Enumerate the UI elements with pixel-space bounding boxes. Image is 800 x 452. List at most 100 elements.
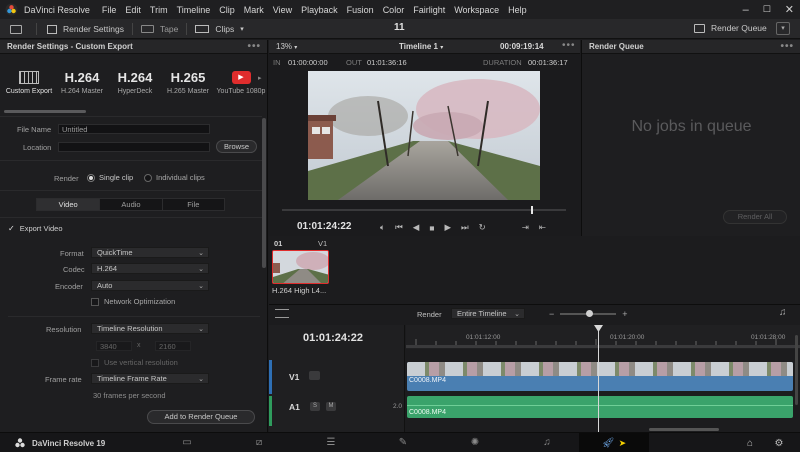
file-name-input[interactable]: Untitled	[58, 124, 210, 134]
stop-icon[interactable]: ■	[429, 223, 434, 233]
audio-clip[interactable]: C0008.MP4	[407, 396, 793, 418]
next-edit-icon[interactable]: ⇤	[539, 222, 546, 233]
video-clip[interactable]: C0008.MP4	[407, 362, 793, 391]
settings-gear-icon[interactable]: ⚙	[772, 437, 786, 449]
render-queue-toggle[interactable]: Render Queue	[694, 23, 767, 33]
chevron-down-icon: ⌄	[198, 249, 204, 257]
more-options-icon[interactable]: •••	[562, 40, 576, 51]
resolution-width-input[interactable]: 3840	[96, 341, 132, 351]
location-input[interactable]	[58, 142, 210, 152]
render-settings-header: Render Settings - Custom Export •••	[0, 40, 267, 54]
tab-file[interactable]: File	[161, 199, 224, 210]
music-note-icon[interactable]: ♫	[779, 307, 787, 318]
menu-file[interactable]: File	[102, 5, 117, 15]
loop-icon[interactable]: ↻	[479, 222, 486, 233]
lock-track-icon[interactable]	[309, 371, 320, 380]
solo-button[interactable]: S	[310, 402, 320, 411]
render-queue-header: Render Queue •••	[582, 40, 800, 54]
clip-thumbnail[interactable]	[272, 250, 329, 284]
timeline-name-dropdown[interactable]: Timeline 1 ▾	[399, 42, 443, 51]
edit-page-icon[interactable]: ☰	[324, 436, 338, 448]
preset-custom-export[interactable]: Custom Export	[4, 66, 54, 95]
menu-mark[interactable]: Mark	[244, 5, 264, 15]
video-clip-name: C0008.MP4	[409, 377, 446, 384]
preset-scroll-right-icon[interactable]: ▸	[258, 74, 262, 82]
add-to-render-queue-button[interactable]: Add to Render Queue	[147, 410, 255, 424]
single-clip-radio[interactable]: Single clip	[87, 173, 133, 182]
zoom-slider[interactable]	[560, 310, 617, 317]
timeline-options-icon[interactable]	[275, 309, 289, 318]
video-frame[interactable]	[308, 71, 540, 200]
more-options-icon[interactable]: •••	[247, 41, 261, 52]
zoom-out-icon[interactable]: −	[549, 309, 554, 319]
browse-button[interactable]: Browse	[216, 140, 257, 153]
menu-edit[interactable]: Edit	[125, 5, 141, 15]
fusion-page-icon[interactable]: ✎	[396, 436, 410, 448]
ruler-label: 01:01:20:00	[610, 334, 645, 341]
timeline-playhead[interactable]	[598, 329, 599, 433]
menu-fusion[interactable]: Fusion	[347, 5, 374, 15]
encoder-dropdown[interactable]: Auto ⌄	[91, 280, 209, 291]
deliver-page-tab[interactable]: 🚀︎ ➤	[579, 433, 649, 452]
close-icon[interactable]: ✕	[785, 3, 794, 16]
jump-start-icon[interactable]: ⏮︎	[395, 222, 403, 233]
settings-scrollbar[interactable]	[262, 118, 266, 268]
network-optimization-checkbox[interactable]: Network Optimization	[91, 297, 175, 306]
viewer-scrubber[interactable]	[282, 206, 566, 214]
tab-audio[interactable]: Audio	[99, 199, 161, 210]
preset-h265-master[interactable]: H.265 H.265 Master	[163, 66, 213, 96]
menu-help[interactable]: Help	[508, 5, 527, 15]
zoom-in-icon[interactable]: +	[622, 309, 627, 319]
volume-icon[interactable]: 🔈︎	[380, 222, 385, 233]
prev-edit-icon[interactable]: ⇥	[522, 222, 529, 233]
resolution-height-input[interactable]: 2160	[155, 341, 191, 351]
timeline-vertical-scrollbar[interactable]	[795, 335, 798, 405]
media-page-icon[interactable]: ▭	[180, 436, 194, 448]
export-video-checkbox[interactable]: ✓ Export Video	[8, 224, 63, 233]
scrubber-playhead[interactable]	[531, 206, 533, 214]
menu-clip[interactable]: Clip	[219, 5, 235, 15]
checkbox-icon	[91, 297, 99, 306]
mute-button[interactable]: M	[326, 402, 336, 411]
jump-end-icon[interactable]: ⏭︎	[461, 222, 469, 233]
collapse-button[interactable]: ▾	[776, 22, 790, 35]
zoom-dropdown[interactable]: 13% ▾	[276, 42, 297, 51]
audio-waveform	[407, 405, 793, 406]
maximize-icon[interactable]: ☐	[763, 4, 771, 15]
vertical-resolution-checkbox[interactable]: Use vertical resolution	[91, 358, 178, 367]
render-settings-toggle[interactable]: Render Settings	[47, 24, 124, 34]
menu-timeline[interactable]: Timeline	[177, 5, 211, 15]
cut-page-icon[interactable]: ⧄	[252, 436, 266, 448]
tab-video[interactable]: Video	[37, 199, 100, 210]
minimize-icon[interactable]: –	[743, 4, 749, 16]
render-all-button[interactable]: Render All	[723, 210, 787, 224]
menu-trim[interactable]: Trim	[150, 5, 168, 15]
clips-toggle[interactable]: Clips ▾	[195, 24, 244, 34]
render-range-dropdown[interactable]: Entire Timeline ⌄	[451, 308, 525, 319]
menu-view[interactable]: View	[273, 5, 292, 15]
render-settings-icon	[47, 24, 57, 34]
timeline-scroll-top[interactable]	[406, 345, 800, 348]
framerate-dropdown[interactable]: Timeline Frame Rate ⌄	[91, 373, 209, 384]
play-icon[interactable]: ▶	[444, 222, 451, 233]
fps-note: 30 frames per second	[93, 391, 166, 400]
more-options-icon[interactable]: •••	[780, 41, 794, 52]
codec-dropdown[interactable]: H.264 ⌄	[91, 263, 209, 274]
menu-workspace[interactable]: Workspace	[454, 5, 499, 15]
fairlight-page-icon[interactable]: ♫	[540, 436, 554, 448]
timeline-scrollbar[interactable]	[649, 428, 719, 431]
format-dropdown[interactable]: QuickTime ⌄	[91, 247, 209, 258]
color-page-icon[interactable]: ✺	[468, 436, 482, 448]
menu-fairlight[interactable]: Fairlight	[413, 5, 445, 15]
individual-clips-radio[interactable]: Individual clips	[144, 173, 205, 182]
preset-scrollbar[interactable]	[4, 110, 86, 113]
preset-h264-master[interactable]: H.264 H.264 Master	[57, 66, 107, 96]
menu-color[interactable]: Color	[383, 5, 405, 15]
home-icon[interactable]: ⌂	[743, 437, 757, 449]
tape-toggle[interactable]: Tape	[140, 24, 178, 34]
resolution-dropdown[interactable]: Timeline Resolution ⌄	[91, 323, 209, 334]
menu-playback[interactable]: Playback	[301, 5, 338, 15]
preset-hyperdeck[interactable]: H.264 HyperDeck	[110, 66, 160, 96]
step-back-icon[interactable]: ◀	[413, 222, 420, 233]
monitor-icon[interactable]	[10, 24, 22, 34]
